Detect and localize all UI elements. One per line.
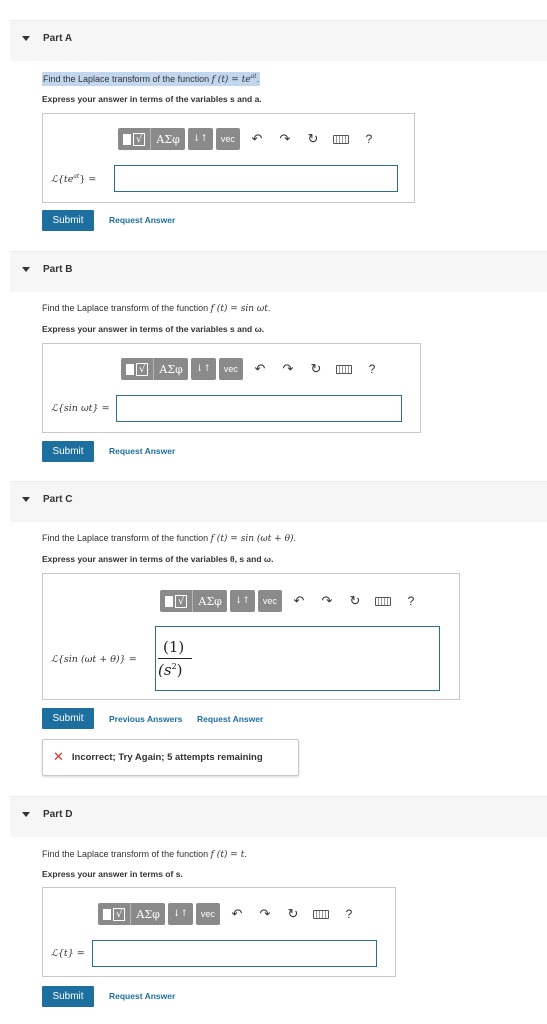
greek-symbols-button[interactable]: ΑΣφ: [131, 903, 164, 925]
redo-icon[interactable]: ↷: [274, 128, 296, 150]
caret-down-icon[interactable]: [22, 36, 30, 41]
undo-icon[interactable]: ↶: [226, 903, 248, 925]
answer-box: √ ΑΣφ ↓↑ vec ↶ ↷ ↻ ? ℒ{teat} =: [42, 113, 415, 203]
answer-box: √ ΑΣφ ↓↑ vec ↶ ↷ ↻ ? ℒ{sin (ωt + θ)} = (…: [42, 573, 460, 700]
reset-icon[interactable]: ↻: [344, 590, 366, 612]
subscript-superscript-button[interactable]: ↓↑: [191, 358, 216, 380]
subscript-superscript-button[interactable]: ↓↑: [230, 590, 255, 612]
vector-button[interactable]: vec: [195, 903, 220, 925]
instruction-text: Express your answer in terms of the vari…: [42, 94, 262, 104]
part-title: Part C: [43, 494, 73, 505]
keyboard-icon[interactable]: [372, 590, 394, 612]
updown-group: ↓↑: [229, 590, 255, 612]
vector-button[interactable]: vec: [257, 590, 282, 612]
part-title: Part D: [43, 809, 73, 820]
keyboard-icon[interactable]: [333, 358, 355, 380]
math-toolbar: √ ΑΣφ ↓↑ vec ↶ ↷ ↻ ?: [118, 128, 380, 150]
redo-icon[interactable]: ↷: [316, 590, 338, 612]
keyboard-icon[interactable]: [330, 128, 352, 150]
answer-box: √ ΑΣφ ↓↑ vec ↶ ↷ ↻ ? ℒ{sin ωt} =: [42, 343, 421, 433]
question-text: Find the Laplace transform of the functi…: [42, 849, 247, 860]
help-icon[interactable]: ?: [338, 903, 360, 925]
request-answer-link[interactable]: Request Answer: [109, 446, 175, 456]
part-d-header[interactable]: Part D: [10, 796, 547, 837]
answer-box: √ ΑΣφ ↓↑ vec ↶ ↷ ↻ ? ℒ{t} =: [42, 887, 396, 977]
question-text: Find the Laplace transform of the functi…: [42, 303, 271, 314]
redo-icon[interactable]: ↷: [277, 358, 299, 380]
submit-button[interactable]: Submit: [42, 441, 94, 462]
equation-lhs: ℒ{sin ωt} =: [51, 403, 110, 414]
part-a-header[interactable]: Part A: [10, 20, 547, 61]
question-text: Find the Laplace transform of the functi…: [42, 533, 297, 544]
updown-group: ↓↑: [190, 358, 216, 380]
answer-numerator: (1): [163, 638, 185, 656]
greek-symbols-button[interactable]: ΑΣφ: [151, 128, 184, 150]
part-title: Part A: [43, 33, 73, 44]
vector-button[interactable]: vec: [218, 358, 243, 380]
submit-button[interactable]: Submit: [42, 210, 94, 231]
x-error-icon: ✕: [53, 750, 64, 765]
greek-symbols-button[interactable]: ΑΣφ: [154, 358, 187, 380]
answer-input[interactable]: [116, 395, 402, 422]
math-toolbar: √ ΑΣφ ↓↑ vec ↶ ↷ ↻ ?: [121, 358, 383, 380]
part-title: Part B: [43, 264, 73, 275]
vector-button[interactable]: vec: [215, 128, 240, 150]
help-icon[interactable]: ?: [361, 358, 383, 380]
subscript-superscript-button[interactable]: ↓↑: [168, 903, 193, 925]
equation-lhs: ℒ{sin (ωt + θ)} =: [51, 654, 137, 665]
greek-symbols-button[interactable]: ΑΣφ: [193, 590, 226, 612]
request-answer-link[interactable]: Request Answer: [109, 991, 175, 1001]
part-c-header[interactable]: Part C: [10, 481, 547, 522]
updown-group: ↓↑: [187, 128, 213, 150]
answer-input[interactable]: [114, 165, 398, 192]
question-text: Find the Laplace transform of the functi…: [42, 72, 261, 86]
reset-icon[interactable]: ↻: [282, 903, 304, 925]
answer-input[interactable]: [92, 940, 377, 967]
reset-icon[interactable]: ↻: [305, 358, 327, 380]
undo-icon[interactable]: ↶: [288, 590, 310, 612]
updown-group: ↓↑: [167, 903, 193, 925]
answer-denominator: (s2): [158, 661, 183, 679]
undo-icon[interactable]: ↶: [246, 128, 268, 150]
submit-button[interactable]: Submit: [42, 708, 94, 729]
feedback-box: ✕ Incorrect; Try Again; 5 attempts remai…: [42, 739, 299, 776]
templates-button[interactable]: √: [98, 903, 132, 925]
instruction-text: Express your answer in terms of the vari…: [42, 324, 265, 334]
previous-answers-link[interactable]: Previous Answers: [109, 714, 182, 724]
request-answer-link[interactable]: Request Answer: [109, 215, 175, 225]
fraction-bar: [158, 658, 192, 659]
subscript-superscript-button[interactable]: ↓↑: [188, 128, 213, 150]
submit-button[interactable]: Submit: [42, 986, 94, 1007]
redo-icon[interactable]: ↷: [254, 903, 276, 925]
template-group: √ ΑΣφ: [98, 903, 165, 925]
feedback-text: Incorrect; Try Again; 5 attempts remaini…: [71, 752, 263, 763]
equation-lhs: ℒ{teat} =: [51, 173, 97, 186]
equation-lhs: ℒ{t} =: [51, 948, 85, 959]
undo-icon[interactable]: ↶: [249, 358, 271, 380]
templates-button[interactable]: √: [118, 128, 152, 150]
answer-input[interactable]: (1) (s2): [155, 626, 440, 691]
help-icon[interactable]: ?: [400, 590, 422, 612]
help-icon[interactable]: ?: [358, 128, 380, 150]
template-group: √ ΑΣφ: [160, 590, 227, 612]
math-toolbar: √ ΑΣφ ↓↑ vec ↶ ↷ ↻ ?: [160, 590, 422, 612]
instruction-text: Express your answer in terms of s.: [42, 869, 183, 879]
math-toolbar: √ ΑΣφ ↓↑ vec ↶ ↷ ↻ ?: [98, 903, 360, 925]
template-group: √ ΑΣφ: [118, 128, 185, 150]
request-answer-link[interactable]: Request Answer: [197, 714, 263, 724]
caret-down-icon[interactable]: [22, 267, 30, 272]
part-b-header[interactable]: Part B: [10, 251, 547, 292]
reset-icon[interactable]: ↻: [302, 128, 324, 150]
templates-button[interactable]: √: [160, 590, 194, 612]
templates-button[interactable]: √: [121, 358, 155, 380]
keyboard-icon[interactable]: [310, 903, 332, 925]
caret-down-icon[interactable]: [22, 812, 30, 817]
instruction-text: Express your answer in terms of the vari…: [42, 554, 274, 564]
template-group: √ ΑΣφ: [121, 358, 188, 380]
caret-down-icon[interactable]: [22, 497, 30, 502]
